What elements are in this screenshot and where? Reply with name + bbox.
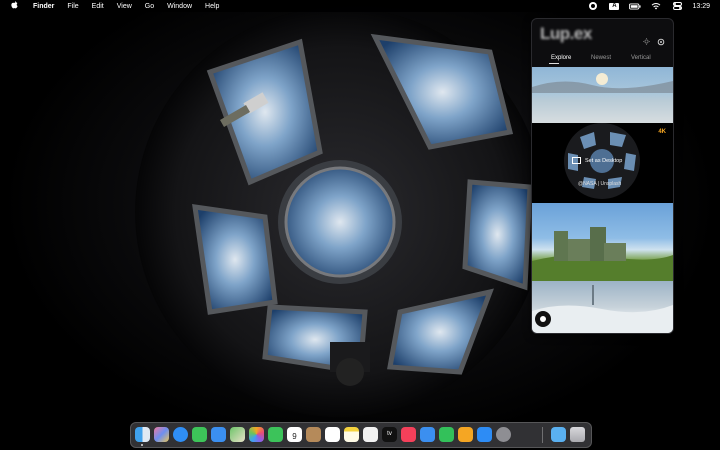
music-icon[interactable] (401, 427, 416, 442)
wallpaper-thumbnail-clouds-tower[interactable] (532, 281, 673, 333)
set-as-desktop-button[interactable]: Set as Desktop (572, 157, 622, 164)
numbers-icon[interactable] (439, 427, 454, 442)
safari-icon[interactable] (173, 427, 188, 442)
photos-icon[interactable] (249, 427, 264, 442)
running-indicator (141, 444, 143, 446)
menu-bar: Finder File Edit View Go Window Help A 1… (0, 0, 720, 12)
panel-logo: Lup.ex (540, 24, 592, 43)
maps-icon[interactable] (230, 427, 245, 442)
tv-label: tv (387, 431, 392, 437)
dock: 9 tv (130, 422, 592, 448)
menu-help[interactable]: Help (205, 3, 219, 10)
contacts-icon[interactable] (306, 427, 321, 442)
wifi-icon[interactable] (650, 2, 662, 10)
system-settings-icon[interactable] (496, 427, 511, 442)
resolution-badge: 4K (658, 129, 666, 135)
menu-go[interactable]: Go (145, 3, 154, 10)
menu-app-finder[interactable]: Finder (33, 3, 54, 10)
menu-view[interactable]: View (117, 3, 132, 10)
active-tab-indicator (549, 63, 559, 64)
wallpaper-thumbnail-moon-sky[interactable] (532, 67, 673, 123)
set-as-desktop-label: Set as Desktop (585, 157, 623, 164)
tab-newest[interactable]: Newest (591, 55, 611, 61)
input-source-icon[interactable]: A (608, 2, 620, 10)
apple-logo-icon[interactable] (10, 1, 19, 11)
monitor-icon (572, 157, 581, 164)
panel-header: Lup.ex (532, 19, 673, 59)
downloads-folder-icon[interactable] (551, 427, 566, 442)
menu-bar-clock[interactable]: 13:29 (692, 3, 710, 10)
photo-credit[interactable]: @NASA | Unsplash (578, 181, 621, 187)
calendar-day: 9 (292, 432, 297, 441)
freeform-icon[interactable] (363, 427, 378, 442)
scroll-control-button[interactable] (535, 311, 551, 327)
app-store-icon[interactable] (477, 427, 492, 442)
brightness-icon[interactable] (642, 37, 651, 46)
input-source-label: A (609, 2, 620, 10)
trash-icon[interactable] (570, 427, 585, 442)
mail-icon[interactable] (211, 427, 226, 442)
keynote-icon[interactable] (420, 427, 435, 442)
settings-gear-icon[interactable] (656, 37, 665, 46)
cupola-window-artwork (135, 12, 545, 417)
tab-vertical[interactable]: Vertical (631, 55, 651, 61)
wallpaper-panel: Lup.ex Explore Newest Vertical 4K Set as… (531, 18, 674, 334)
wallpaper-thumbnail-cupola[interactable]: 4K Set as Desktop @NASA | Unsplash (532, 123, 673, 203)
wallpaper-thumbnail-castle[interactable] (532, 203, 673, 281)
menu-window[interactable]: Window (167, 3, 192, 10)
battery-icon[interactable] (629, 2, 642, 10)
tab-explore[interactable]: Explore (551, 55, 571, 61)
finder-icon[interactable] (135, 427, 150, 442)
facetime-icon[interactable] (268, 427, 283, 442)
launchpad-icon[interactable] (154, 427, 169, 442)
control-center-icon[interactable] (671, 2, 683, 10)
menu-file[interactable]: File (67, 3, 78, 10)
reminders-icon[interactable] (325, 427, 340, 442)
menu-edit[interactable]: Edit (92, 3, 104, 10)
dock-separator (542, 427, 543, 443)
app-status-icon[interactable] (587, 2, 599, 10)
panel-tabs: Explore Newest Vertical (532, 55, 673, 67)
messages-icon[interactable] (192, 427, 207, 442)
pages-icon[interactable] (458, 427, 473, 442)
tv-icon[interactable]: tv (382, 427, 397, 442)
calendar-icon[interactable]: 9 (287, 427, 302, 442)
notes-icon[interactable] (344, 427, 359, 442)
